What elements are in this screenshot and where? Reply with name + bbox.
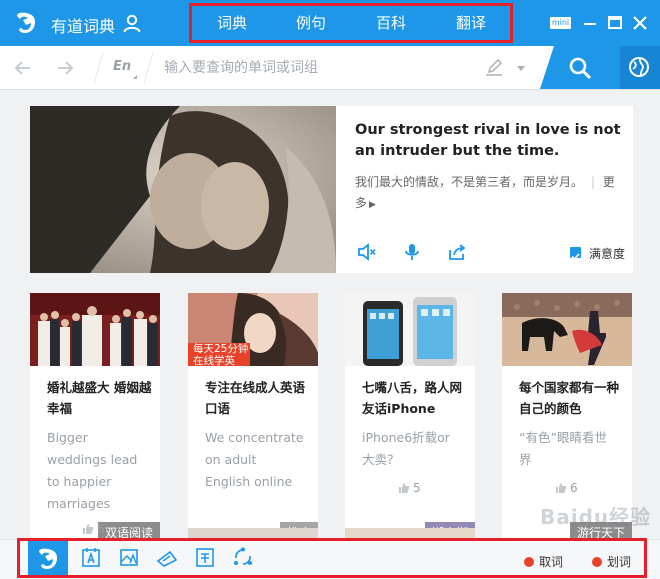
user-icon[interactable] [122, 13, 142, 33]
bullfight-photo [502, 293, 632, 366]
handwriting-dropdown-icon[interactable] [517, 66, 525, 71]
promo-banner: 每天25分钟 在线学英语！ [188, 343, 250, 366]
mini-mode-button[interactable]: mini [550, 17, 571, 29]
wedding-photo [30, 293, 160, 366]
thumbs-up-icon [83, 524, 94, 534]
card-title: 七嘴八舌，路人网友话iPhone [362, 380, 463, 416]
daily-sentence-translation: 我们最大的情敌，不是第三者，而是岁月。 [355, 175, 584, 189]
like-number: 5 [413, 481, 421, 495]
language-dropdown-icon [133, 75, 137, 79]
check-icon [571, 253, 580, 261]
like-count[interactable]: 5 [398, 481, 421, 495]
search-input[interactable] [162, 54, 476, 82]
card-description: iPhone6折载or大卖？ [362, 430, 450, 467]
speaker-mute-icon[interactable] [357, 242, 377, 262]
title-bar: 有道词典 词典 例句 百科 翻译 mini [0, 0, 660, 46]
card-description: Bigger weddings lead to happier marriage… [47, 430, 138, 511]
forward-arrow-icon[interactable] [55, 58, 75, 78]
back-arrow-icon[interactable] [13, 58, 33, 78]
toolbar-highlight-box [17, 538, 647, 578]
close-icon[interactable] [629, 12, 651, 34]
chevron-right-icon: ▶ [369, 200, 376, 210]
iphone-photo [345, 293, 475, 366]
daily-sentence-english: Our strongest rival in love is not an in… [355, 122, 621, 159]
divider [93, 52, 104, 84]
thumbs-up-icon [399, 483, 410, 493]
article-card[interactable]: 每天25分钟 在线学英语！ 推广 专注在线成人英语口语 We concentra… [188, 293, 318, 543]
next-card-preview [345, 528, 475, 538]
handwriting-icon[interactable] [484, 58, 504, 78]
next-card-preview [188, 528, 318, 538]
card-title: 婚礼越盛大 婚姻越幸福 [47, 380, 152, 416]
app-title: 有道词典 [51, 17, 116, 36]
card-description: “有色”眼睛看世界 [519, 430, 607, 467]
baidu-watermark: Baidu经验 [540, 505, 652, 529]
divider [143, 52, 154, 84]
daily-sentence-card[interactable]: Our strongest rival in love is not an in… [30, 106, 633, 273]
maximize-icon[interactable] [604, 12, 626, 34]
youdao-logo-icon [17, 12, 35, 33]
minimize-icon[interactable] [579, 12, 601, 34]
satisfaction-checkbox[interactable] [570, 247, 581, 261]
thumbs-up-icon [556, 483, 567, 493]
satisfaction-label: 满意度 [589, 247, 626, 261]
nav-highlight-box [189, 3, 513, 43]
daily-sentence-chinese: 我们最大的情敌，不是第三者，而是岁月。 | 更多 ▶ [355, 175, 615, 210]
article-card[interactable]: 双语阅读 婚礼越盛大 婚姻越幸福 Bigger weddings lead to… [30, 293, 160, 543]
like-number: 6 [97, 522, 105, 536]
article-card[interactable]: 潮人街 七嘴八舌，路人网友话iPhone iPhone6折载or大卖？ 5 [345, 293, 475, 543]
card-title: 专注在线成人英语口语 [205, 380, 306, 416]
daily-photo [30, 106, 336, 273]
search-button[interactable] [540, 46, 620, 89]
search-icon [569, 57, 592, 80]
microphone-icon[interactable] [402, 242, 422, 262]
card-title: 每个国家都有一种自己的颜色 [519, 380, 620, 416]
like-count[interactable]: 6 [82, 522, 105, 536]
language-selector[interactable]: En [113, 59, 131, 74]
youdao-dictionary-window: 有道词典 词典 例句 百科 翻译 mini En 输入要查询的单词或词组 Our… [0, 0, 660, 579]
web-search-button[interactable] [620, 46, 660, 89]
like-count[interactable]: 6 [555, 481, 578, 495]
globe-icon [629, 57, 649, 77]
share-icon[interactable] [447, 242, 467, 262]
like-number: 6 [570, 481, 578, 495]
card-description: We concentrate on adult English online [205, 430, 304, 489]
